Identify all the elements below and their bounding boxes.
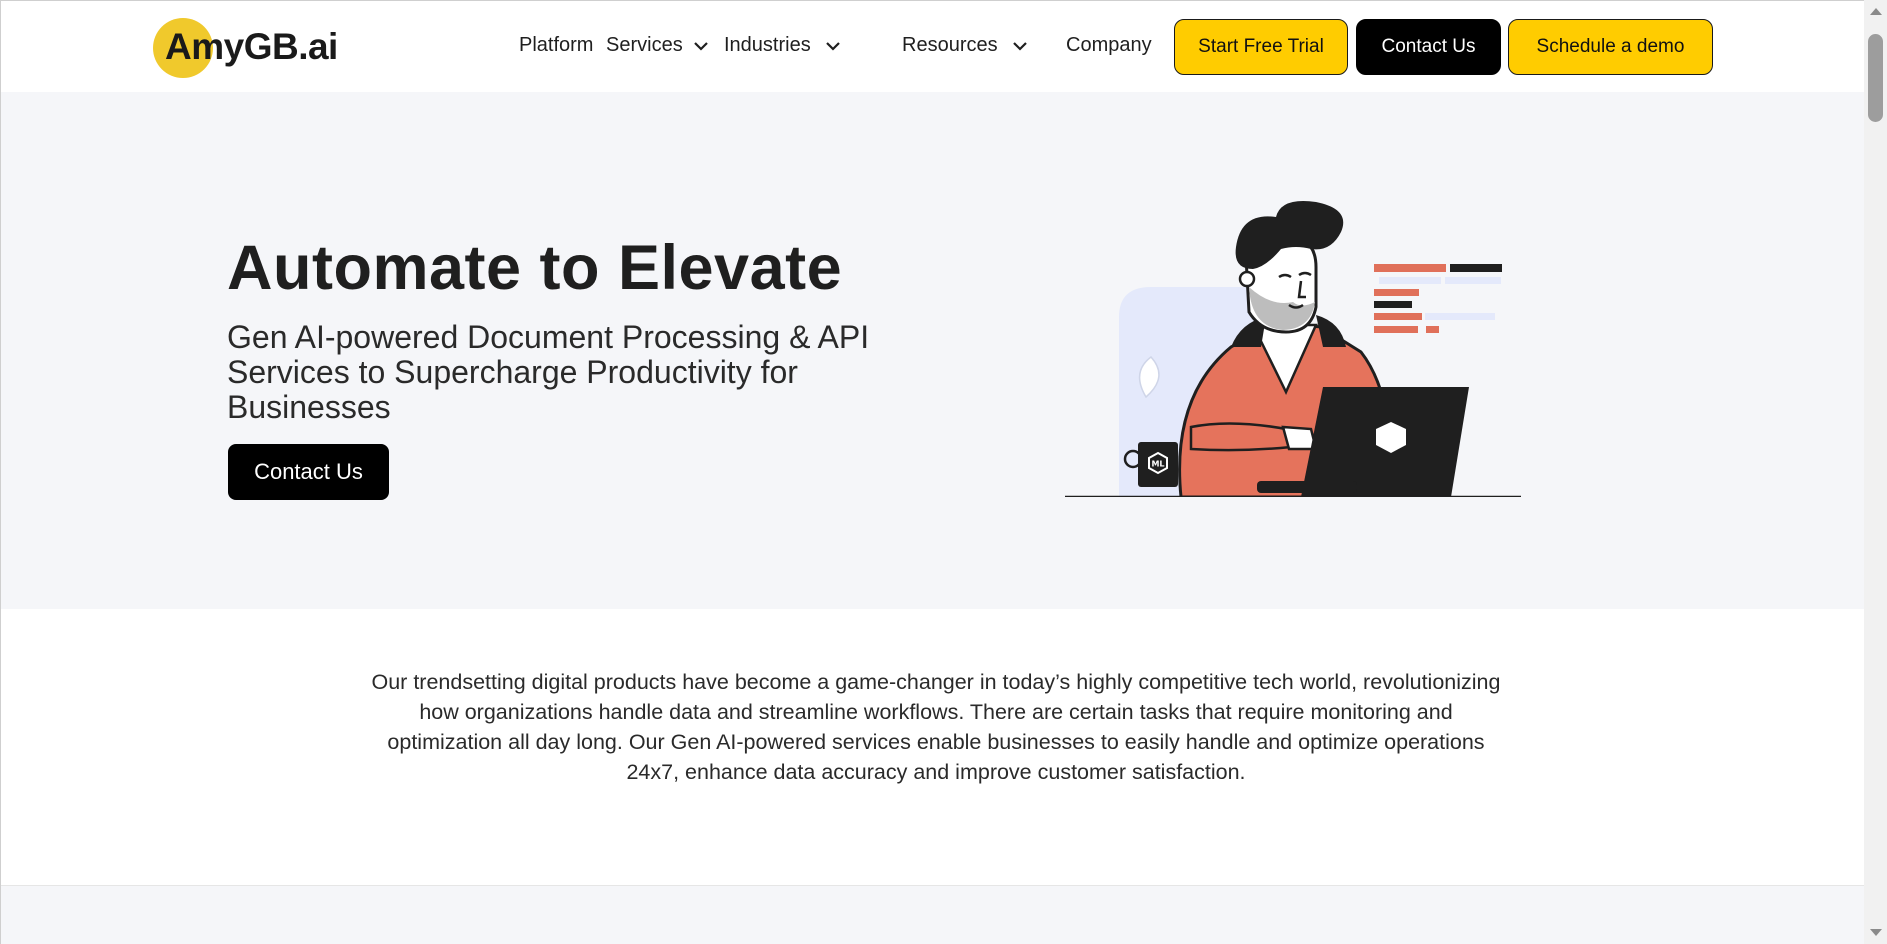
scrollbar-thumb[interactable]	[1868, 34, 1883, 122]
code-lines-graphic	[1374, 264, 1502, 333]
logo-text: AmyGB	[165, 26, 299, 67]
nav-label: Company	[1066, 34, 1152, 56]
logo-tld: .ai	[298, 26, 338, 67]
intro-paragraph: Our trendsetting digital products have b…	[371, 670, 1501, 784]
nav-label: Resources	[902, 34, 998, 56]
arrow-up-icon[interactable]	[1870, 8, 1882, 15]
nav-item-platform[interactable]: Platform	[519, 34, 593, 57]
contact-us-button[interactable]: Contact Us	[1356, 19, 1501, 75]
mug-label: ML	[1151, 460, 1164, 469]
logo-wordmark: AmyGB.ai	[165, 26, 338, 68]
chevron-down-icon	[1012, 41, 1027, 51]
next-section	[1, 885, 1864, 944]
page-scrollbar[interactable]	[1864, 0, 1887, 944]
nav-label: Platform	[519, 34, 594, 56]
browser-viewport: AmyGB.ai Platform Services Industries Re…	[0, 0, 1864, 944]
hero-illustration: ML	[1065, 201, 1521, 497]
nav-item-resources[interactable]: Resources	[902, 34, 1028, 57]
hero-section: Automate to Elevate Gen AI-powered Docum…	[1, 92, 1864, 609]
intro-section: Our trendsetting digital products have b…	[1, 609, 1864, 885]
nav-label: Industries	[724, 34, 811, 56]
site-header: AmyGB.ai Platform Services Industries Re…	[1, 1, 1864, 93]
hero-title: Automate to Elevate	[227, 233, 843, 303]
chevron-down-icon	[825, 41, 840, 51]
hero-contact-button[interactable]: Contact Us	[228, 444, 389, 500]
nav-item-services[interactable]: Services	[606, 34, 709, 57]
nav-item-industries[interactable]: Industries	[724, 34, 841, 57]
schedule-demo-button[interactable]: Schedule a demo	[1508, 19, 1713, 75]
arrow-down-icon[interactable]	[1870, 929, 1882, 936]
hero-subtitle: Gen AI-powered Document Processing & API…	[227, 319, 870, 425]
start-free-trial-button[interactable]: Start Free Trial	[1174, 19, 1348, 75]
chevron-down-icon	[693, 41, 708, 51]
site-logo[interactable]: AmyGB.ai	[153, 18, 363, 78]
nav-label: Services	[606, 34, 683, 56]
nav-item-company[interactable]: Company	[1066, 34, 1152, 57]
